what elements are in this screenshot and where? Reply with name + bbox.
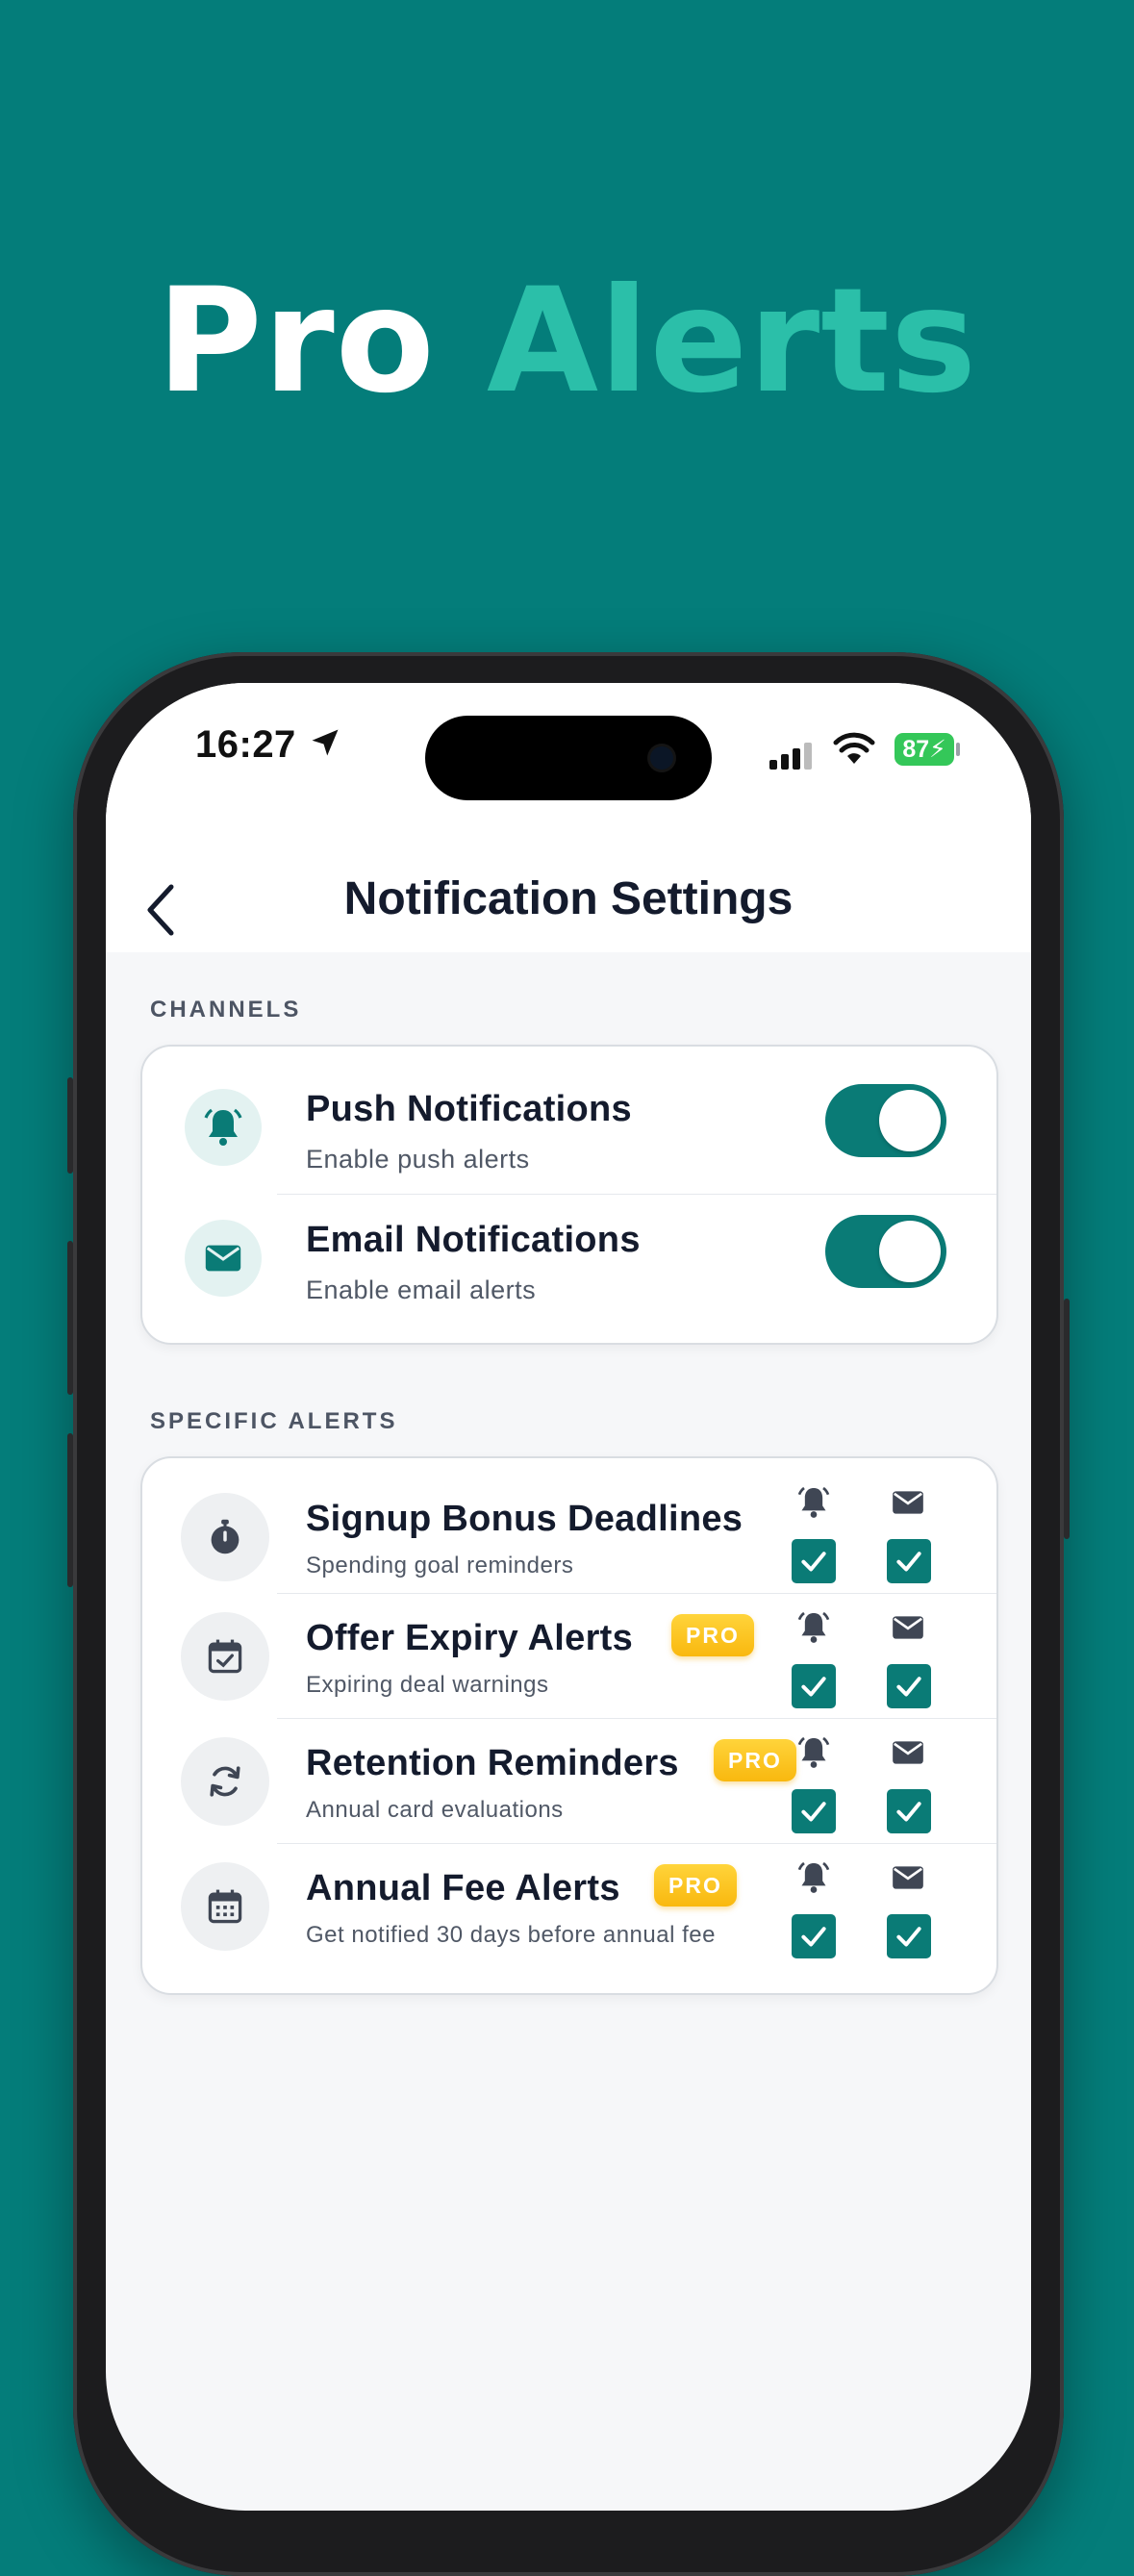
alert-title: Signup Bonus Deadlines	[306, 1499, 743, 1539]
calendar-icon	[181, 1862, 269, 1951]
bell-icon	[797, 1611, 830, 1643]
alert-title: Annual Fee Alerts	[306, 1868, 620, 1908]
alert-subtitle: Get notified 30 days before annual fee	[306, 1922, 716, 1948]
channel-row-push: Push Notifications Enable push alerts	[142, 1047, 996, 1195]
pro-badge: PRO	[714, 1739, 796, 1781]
calendar-check-icon	[181, 1612, 269, 1701]
alert-row-offer-expiry: Offer Expiry Alerts PRO Expiring deal wa…	[142, 1593, 996, 1719]
envelope-icon	[893, 1616, 923, 1639]
stopwatch-icon	[181, 1493, 269, 1581]
envelope-icon	[893, 1866, 923, 1889]
refresh-icon	[181, 1737, 269, 1826]
alert-title: Retention Reminders	[306, 1743, 679, 1783]
bell-icon	[185, 1089, 262, 1166]
channel-title: Push Notifications	[306, 1089, 632, 1129]
alert-subtitle: Spending goal reminders	[306, 1553, 574, 1578]
bell-icon	[797, 1736, 830, 1768]
envelope-icon	[893, 1491, 923, 1514]
email-toggle[interactable]	[825, 1215, 946, 1288]
envelope-icon	[893, 1741, 923, 1764]
push-checkbox[interactable]	[792, 1789, 836, 1833]
email-checkbox[interactable]	[887, 1539, 931, 1583]
alert-row-retention: Retention Reminders PRO Annual card eval…	[142, 1718, 996, 1844]
alert-subtitle: Annual card evaluations	[306, 1797, 564, 1823]
phone-screen: 16:27 87⚡ Notification Settings CHANNELS…	[106, 683, 1031, 2511]
email-checkbox[interactable]	[887, 1664, 931, 1708]
chevron-left-icon[interactable]	[140, 879, 183, 941]
email-checkbox[interactable]	[887, 1914, 931, 1958]
page-title: Notification Settings	[343, 873, 794, 924]
push-toggle[interactable]	[825, 1084, 946, 1157]
channel-subtitle: Enable email alerts	[306, 1275, 537, 1304]
toggle-knob	[879, 1090, 941, 1151]
wifi-icon	[833, 732, 875, 764]
power-button	[1064, 1299, 1070, 1539]
pro-badge: PRO	[671, 1614, 754, 1656]
mute-switch	[67, 1077, 73, 1174]
location-arrow-icon	[312, 729, 339, 756]
envelope-icon	[185, 1220, 262, 1297]
dynamic-island	[425, 716, 712, 800]
battery-indicator: 87⚡	[895, 733, 954, 766]
channel-subtitle: Enable push alerts	[306, 1145, 530, 1174]
headline-word-1: Pro	[156, 258, 436, 425]
specific-alerts-card: Signup Bonus Deadlines Spending goal rem…	[140, 1456, 998, 1995]
push-checkbox[interactable]	[792, 1914, 836, 1958]
push-checkbox[interactable]	[792, 1539, 836, 1583]
status-time: 16:27	[195, 723, 296, 766]
camera-icon	[650, 746, 673, 770]
channels-card: Push Notifications Enable push alerts Em…	[140, 1045, 998, 1345]
cellular-signal-icon	[769, 743, 812, 770]
battery-level: 87	[902, 736, 930, 763]
email-checkbox[interactable]	[887, 1789, 931, 1833]
section-label-specific-alerts: SPECIFIC ALERTS	[150, 1408, 398, 1434]
toggle-knob	[879, 1221, 941, 1282]
channel-row-email: Email Notifications Enable email alerts	[142, 1195, 996, 1343]
nav-bar: Notification Settings	[106, 846, 1031, 952]
volume-up-button	[67, 1241, 73, 1395]
pro-badge: PRO	[654, 1864, 737, 1907]
alert-row-annual-fee: Annual Fee Alerts PRO Get notified 30 da…	[142, 1843, 996, 1993]
battery-tip	[956, 743, 960, 756]
alert-title: Offer Expiry Alerts	[306, 1618, 634, 1658]
channel-title: Email Notifications	[306, 1220, 641, 1260]
bell-icon	[797, 1861, 830, 1893]
headline-word-2: Alerts	[487, 258, 978, 425]
alert-row-signup-bonus: Signup Bonus Deadlines Spending goal rem…	[142, 1458, 996, 1594]
alert-subtitle: Expiring deal warnings	[306, 1672, 549, 1698]
push-checkbox[interactable]	[792, 1664, 836, 1708]
headline: Pro Alerts	[0, 260, 1134, 423]
section-label-channels: CHANNELS	[150, 997, 302, 1023]
bell-icon	[797, 1486, 830, 1518]
volume-down-button	[67, 1433, 73, 1587]
